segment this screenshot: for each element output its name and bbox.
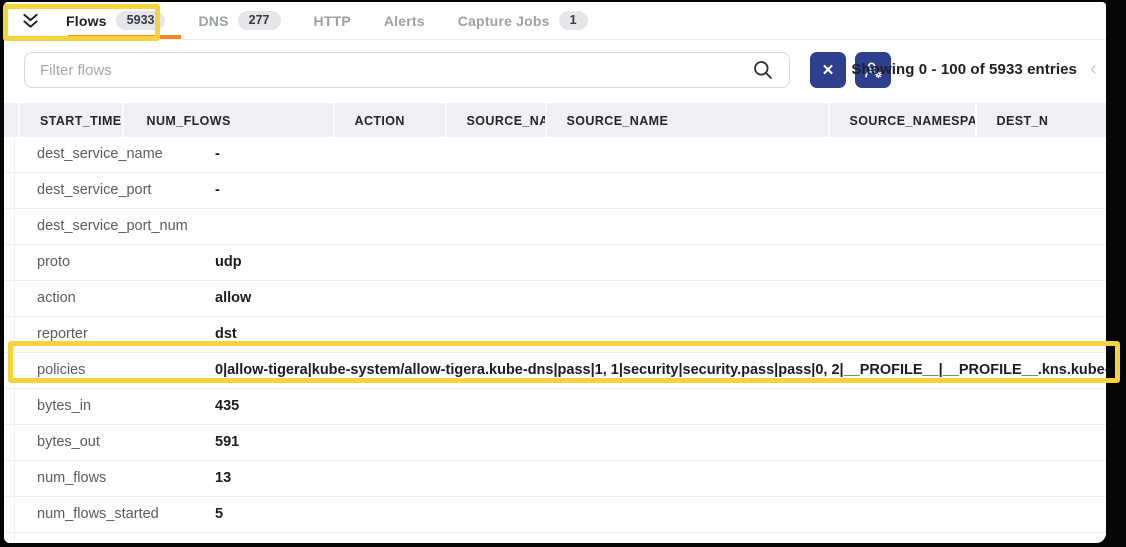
flow-detail-list: dest_service_name - dest_service_port - … [4, 137, 1106, 543]
detail-key: num_flows_completed [37, 533, 181, 543]
column-header[interactable]: ACTION [335, 103, 447, 139]
row-gutter-divider [14, 137, 15, 543]
double-chevron-down-icon[interactable] [20, 12, 41, 30]
table-header-row: START_TIME NUM_FLOWS ACTION SOURCE_NAME_… [4, 103, 1106, 139]
flow-detail-row: num_flows_completed 8 [4, 533, 1106, 543]
tab-label: Flows [66, 13, 107, 29]
showing-entries-text: Showing 0 - 100 of 5933 entries [851, 52, 1077, 88]
column-header[interactable]: SOURCE_NAME [547, 103, 830, 139]
detail-key: reporter [37, 317, 88, 352]
detail-value: udp [215, 245, 1106, 280]
flow-detail-row: policies 0|allow-tigera|kube-system/allo… [4, 353, 1106, 389]
column-header[interactable]: SOURCE_NAMESPACE [830, 103, 977, 139]
tab[interactable]: HTTP [314, 2, 351, 39]
flow-detail-row: bytes_out 591 [4, 425, 1106, 461]
flow-detail-row: reporter dst [4, 317, 1106, 353]
column-header[interactable]: DEST_N [977, 103, 1106, 139]
detail-value: dst [215, 317, 1106, 352]
detail-key: dest_service_port_num [37, 209, 188, 244]
column-header[interactable]: START_TIME [20, 103, 124, 139]
flow-detail-row: action allow [4, 281, 1106, 317]
detail-value: 435 [215, 389, 1106, 424]
column-header[interactable]: SOURCE_NAME_AGGR [447, 103, 547, 139]
detail-key: dest_service_name [37, 137, 163, 172]
detail-value: 8 [215, 533, 1106, 543]
tab[interactable]: Alerts [384, 2, 425, 39]
expander-column-spacer [4, 103, 20, 139]
tab-label: DNS [198, 13, 228, 29]
clear-filter-button[interactable]: ✕ [810, 52, 846, 88]
detail-value: 0|allow-tigera|kube-system/allow-tigera.… [215, 353, 1106, 388]
tab-label: HTTP [314, 13, 351, 29]
detail-key: action [37, 281, 76, 316]
flow-detail-row: proto udp [4, 245, 1106, 281]
detail-key: bytes_in [37, 389, 91, 424]
tab-badge: 5933 [116, 11, 166, 30]
detail-key: bytes_out [37, 425, 100, 460]
flow-detail-row: num_flows_started 5 [4, 497, 1106, 533]
detail-value: - [215, 137, 1106, 172]
detail-key: proto [37, 245, 70, 280]
tab-bar: Flows 5933 DNS 277 HTTP Alerts [4, 2, 1106, 40]
tab-badge: 1 [559, 11, 588, 30]
app-window: Flows 5933 DNS 277 HTTP Alerts [4, 2, 1106, 543]
detail-value: 591 [215, 425, 1106, 460]
tab[interactable]: Capture Jobs 1 [458, 2, 588, 39]
flow-detail-row: dest_service_port - [4, 173, 1106, 209]
detail-value: - [215, 173, 1106, 208]
filter-flows-input[interactable] [24, 52, 790, 88]
tab-badge: 277 [238, 11, 281, 30]
column-header[interactable]: NUM_FLOWS [124, 103, 335, 139]
detail-key: policies [37, 353, 85, 388]
detail-value: 13 [215, 461, 1106, 496]
flow-detail-row: dest_service_port_num [4, 209, 1106, 245]
detail-key: num_flows [37, 461, 106, 496]
tab-label: Capture Jobs [458, 13, 550, 29]
flow-detail-row: num_flows 13 [4, 461, 1106, 497]
detail-value: 5 [215, 497, 1106, 532]
detail-key: dest_service_port [37, 173, 151, 208]
flow-detail-row: bytes_in 435 [4, 389, 1106, 425]
tab-label: Alerts [384, 13, 425, 29]
tab[interactable]: Flows 5933 [66, 2, 165, 39]
previous-page-chevron-icon[interactable]: ‹ [1090, 52, 1097, 88]
flow-detail-row: dest_service_name - [4, 137, 1106, 173]
detail-key: num_flows_started [37, 497, 159, 532]
detail-value: allow [215, 281, 1106, 316]
tab[interactable]: DNS 277 [198, 2, 280, 39]
